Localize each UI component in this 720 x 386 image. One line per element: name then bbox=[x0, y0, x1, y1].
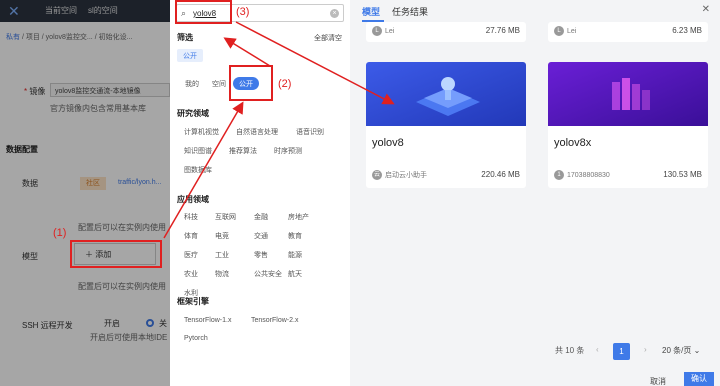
annotation-box-public bbox=[229, 65, 273, 101]
application-item[interactable]: 电竞 bbox=[215, 231, 229, 241]
framework-item[interactable]: TensorFlow-1.x bbox=[184, 317, 231, 324]
model-thumbnail bbox=[366, 62, 526, 126]
research-item[interactable]: 知识图谱 bbox=[184, 146, 212, 156]
annotation-label-2: (2) bbox=[278, 78, 292, 90]
annotation-label-3: (3) bbox=[236, 6, 250, 18]
application-item[interactable]: 互联网 bbox=[215, 212, 236, 222]
confirm-button[interactable]: 确认 bbox=[684, 372, 714, 386]
scope-mine[interactable]: 我的 bbox=[179, 77, 205, 90]
application-title: 应用领域 bbox=[177, 195, 209, 204]
avatar: 1 bbox=[554, 170, 564, 180]
cancel-button[interactable]: 取消 bbox=[650, 376, 666, 386]
application-item[interactable]: 体育 bbox=[184, 231, 198, 241]
tab-task-results[interactable]: 任务结果 bbox=[392, 5, 428, 18]
model-name: yolov8x bbox=[554, 137, 592, 149]
per-page-select[interactable]: 20 条/页 ⌄ bbox=[662, 345, 700, 356]
avatar: 云 bbox=[372, 170, 382, 181]
research-item[interactable]: 时序预测 bbox=[274, 146, 302, 156]
application-item[interactable]: 医疗 bbox=[184, 250, 198, 260]
research-item[interactable]: 推荐算法 bbox=[229, 146, 257, 156]
model-thumbnail bbox=[548, 62, 708, 126]
application-item[interactable]: 科技 bbox=[184, 212, 198, 222]
application-item[interactable]: 工业 bbox=[215, 250, 229, 260]
research-item[interactable]: 计算机视觉 bbox=[184, 127, 219, 137]
application-item[interactable]: 零售 bbox=[254, 250, 268, 260]
application-item[interactable]: 教育 bbox=[288, 231, 302, 241]
prev-page-icon[interactable]: ‹ bbox=[596, 345, 599, 354]
application-item[interactable]: 航天 bbox=[288, 269, 302, 279]
application-item[interactable]: 能源 bbox=[288, 250, 302, 260]
model-card-yolov8x[interactable]: yolov8x 1 17038808830 130.53 MB bbox=[548, 62, 708, 188]
annotation-box-add bbox=[70, 240, 162, 268]
application-item[interactable]: 房地产 bbox=[288, 212, 309, 222]
model-size: 220.46 MB bbox=[481, 170, 520, 179]
clear-search-icon[interactable]: × bbox=[330, 9, 339, 18]
research-item[interactable]: 语音识别 bbox=[296, 127, 324, 137]
application-item[interactable]: 交通 bbox=[254, 231, 268, 241]
application-item[interactable]: 物流 bbox=[215, 269, 229, 279]
results-panel: 模型 任务结果 ✕ L Lei 27.76 MB L Lei 6.23 MB yol… bbox=[350, 0, 720, 386]
framework-title: 框架引擎 bbox=[177, 297, 209, 306]
chevron-down-icon: ⌄ bbox=[693, 346, 701, 355]
clear-all-button[interactable]: 全部清空 bbox=[314, 33, 342, 43]
application-item[interactable]: 农业 bbox=[184, 269, 198, 279]
framework-item[interactable]: Pytorch bbox=[184, 335, 208, 342]
filter-panel: ⌕ yolov8 × 筛选 全部清空 公开 我的 空间 公开 研究领域 计算机视… bbox=[170, 0, 350, 386]
application-item[interactable]: 公共安全 bbox=[254, 269, 282, 279]
model-card[interactable]: L Lei 27.76 MB bbox=[366, 22, 526, 42]
model-owner: 启动云小助手 bbox=[385, 172, 427, 179]
total-count: 共 10 条 bbox=[555, 346, 585, 355]
avatar: L bbox=[554, 26, 564, 36]
model-name: yolov8 bbox=[372, 137, 404, 149]
model-card[interactable]: L Lei 6.23 MB bbox=[548, 22, 708, 42]
application-item[interactable]: 金融 bbox=[254, 212, 268, 222]
close-icon[interactable]: ✕ bbox=[702, 4, 710, 15]
filter-title: 筛选 bbox=[177, 33, 193, 42]
research-title: 研究领域 bbox=[177, 109, 209, 118]
tab-models[interactable]: 模型 bbox=[362, 5, 380, 18]
avatar: L bbox=[372, 26, 382, 36]
page-number[interactable]: 1 bbox=[613, 343, 630, 360]
next-page-icon[interactable]: › bbox=[644, 345, 647, 354]
framework-item[interactable]: TensorFlow-2.x bbox=[251, 317, 298, 324]
research-item[interactable]: 自然语言处理 bbox=[236, 127, 278, 137]
selected-filter-chip[interactable]: 公开 bbox=[177, 49, 203, 62]
model-card-yolov8[interactable]: yolov8 云启动云小助手 220.46 MB bbox=[366, 62, 526, 188]
annotation-box-search bbox=[175, 0, 232, 24]
model-owner: 17038808830 bbox=[567, 171, 610, 179]
model-size: 130.53 MB bbox=[663, 170, 702, 179]
annotation-label-1: (1) bbox=[53, 227, 67, 239]
research-item[interactable]: 图数据库 bbox=[184, 165, 212, 175]
